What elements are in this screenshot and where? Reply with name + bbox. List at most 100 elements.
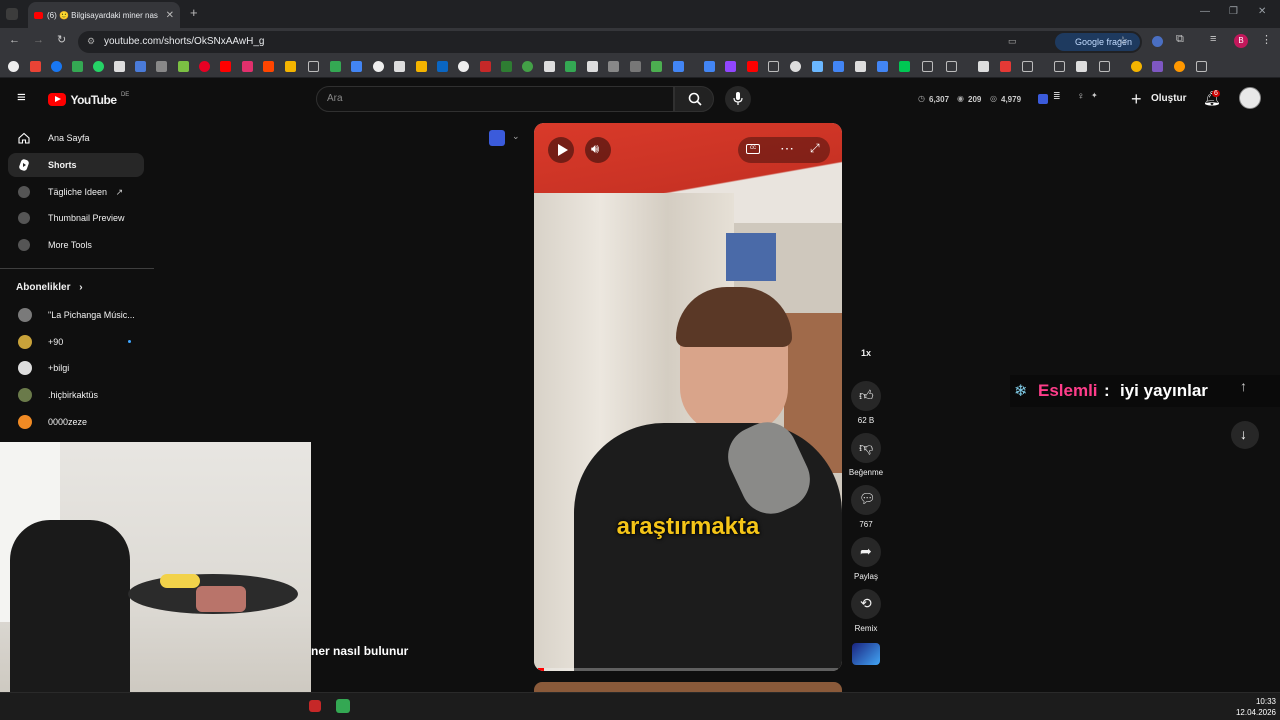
folder-icon[interactable] xyxy=(1099,61,1110,72)
bookmark-icon[interactable] xyxy=(899,61,910,72)
remix-button[interactable]: ⟲ xyxy=(851,589,881,619)
extensions-puzzle-icon[interactable]: ⧉ xyxy=(1176,33,1184,46)
subscription-item[interactable]: +90 xyxy=(8,330,144,354)
sidebar-item-more-tools[interactable]: More Tools xyxy=(8,233,144,257)
bookmark-star-icon[interactable]: ☆ xyxy=(1118,34,1128,47)
close-tab-icon[interactable]: ✕ xyxy=(166,10,174,21)
bookmark-icon[interactable] xyxy=(855,61,866,72)
bookmark-icon[interactable] xyxy=(93,61,104,72)
bookmark-icon[interactable] xyxy=(1131,61,1142,72)
bookmark-icon[interactable] xyxy=(263,61,274,72)
cast-icon[interactable]: ▭ xyxy=(1008,36,1017,47)
voice-search-button[interactable] xyxy=(725,86,751,112)
menu-hamburger-icon[interactable]: ≡ xyxy=(17,89,26,106)
bookmark-icon[interactable] xyxy=(242,61,253,72)
minimize-icon[interactable]: — xyxy=(1200,6,1210,17)
bookmark-icon[interactable] xyxy=(156,61,167,72)
folder-icon[interactable] xyxy=(308,61,319,72)
award-icon[interactable]: ♀ xyxy=(1077,91,1085,102)
subscription-item[interactable]: "La Pichanga Músic... xyxy=(8,303,144,327)
search-input[interactable]: Ara xyxy=(316,86,674,112)
new-tab-icon[interactable]: + xyxy=(190,5,198,20)
bookmark-icon[interactable] xyxy=(1152,61,1163,72)
maximize-icon[interactable]: ❐ xyxy=(1229,6,1238,17)
speed-button[interactable]: 1x xyxy=(851,340,881,370)
system-clock[interactable]: 10:33 12.04.2026 xyxy=(1236,696,1276,718)
account-avatar[interactable] xyxy=(1239,87,1261,109)
comments-button[interactable]: 💬︎ xyxy=(851,485,881,515)
bookmark-icon[interactable] xyxy=(812,61,823,72)
url-text[interactable]: youtube.com/shorts/OkSNxAAwH_g xyxy=(104,36,264,47)
bookmark-icon[interactable] xyxy=(394,61,405,72)
sparkle-icon[interactable]: ✦ xyxy=(1091,91,1098,100)
subscription-item[interactable]: .hiçbirkaktüs xyxy=(8,383,144,407)
bookmark-icon[interactable] xyxy=(704,61,715,72)
close-window-icon[interactable]: ✕ xyxy=(1258,6,1266,17)
fullscreen-icon[interactable]: ⤢ xyxy=(810,141,820,156)
bookmark-icon[interactable] xyxy=(747,61,758,72)
more-options-icon[interactable]: ⋯ xyxy=(780,140,794,157)
bookmark-icon[interactable] xyxy=(416,61,427,72)
bookmark-icon[interactable] xyxy=(114,61,125,72)
search-button[interactable] xyxy=(674,86,714,112)
create-button[interactable]: + Oluştur xyxy=(1128,86,1192,112)
bookmark-icon[interactable] xyxy=(544,61,555,72)
next-short-button[interactable]: ↓ xyxy=(1231,421,1259,449)
bookmark-icon[interactable] xyxy=(565,61,576,72)
bookmark-icon[interactable] xyxy=(51,61,62,72)
captions-icon[interactable]: cc xyxy=(746,144,760,154)
bookmark-icon[interactable] xyxy=(501,61,512,72)
bookmark-icon[interactable] xyxy=(351,61,362,72)
tab-search-icon[interactable] xyxy=(6,8,18,20)
maps-app-icon[interactable] xyxy=(336,699,350,713)
folder-icon[interactable] xyxy=(1196,61,1207,72)
folder-icon[interactable] xyxy=(1022,61,1033,72)
share-button[interactable]: ➦ xyxy=(851,537,881,567)
bookmark-icon[interactable] xyxy=(1076,61,1087,72)
previous-short-button[interactable]: ↑ xyxy=(1231,374,1259,402)
folder-icon[interactable] xyxy=(922,61,933,72)
bookmark-icon[interactable] xyxy=(72,61,83,72)
bookmark-icon[interactable] xyxy=(135,61,146,72)
bookmark-icon[interactable] xyxy=(330,61,341,72)
sidebar-item-shorts[interactable]: Shorts xyxy=(8,153,144,177)
bookmark-icon[interactable] xyxy=(673,61,684,72)
folder-icon[interactable] xyxy=(768,61,779,72)
bookmark-icon[interactable] xyxy=(30,61,41,72)
bookmark-icon[interactable] xyxy=(877,61,888,72)
bookmark-icon[interactable] xyxy=(522,61,533,72)
bookmark-icon[interactable] xyxy=(199,61,210,72)
extension-badge-button[interactable] xyxy=(489,130,505,146)
next-short-preview[interactable] xyxy=(534,682,842,692)
reload-icon[interactable]: ↻ xyxy=(57,33,66,46)
back-icon[interactable]: ← xyxy=(9,34,20,46)
volume-button[interactable]: 🔊︎ xyxy=(585,137,611,163)
like-button[interactable]: 👍︎ xyxy=(851,381,881,411)
sidebar-item-taegliche-ideen[interactable]: Tägliche Ideen ↗ xyxy=(8,180,144,204)
bookmark-icon[interactable] xyxy=(437,61,448,72)
bookmark-icon[interactable] xyxy=(480,61,491,72)
bookmark-icon[interactable] xyxy=(1000,61,1011,72)
subscription-item[interactable]: 0000zeze xyxy=(8,410,144,434)
sidebar-item-home[interactable]: Ana Sayfa xyxy=(8,126,144,150)
bookmark-icon[interactable] xyxy=(790,61,801,72)
chevron-down-icon[interactable]: ⌄ xyxy=(512,131,520,142)
youtube-logo[interactable]: YouTube DE xyxy=(48,91,129,107)
folder-icon[interactable] xyxy=(1054,61,1065,72)
taskbar-app-icon[interactable] xyxy=(309,700,321,712)
subscription-item[interactable]: +bilgi xyxy=(8,356,144,380)
address-bar[interactable]: ⚙ youtube.com/shorts/OkSNxAAwH_g ▭ Googl… xyxy=(78,31,1142,53)
extension-icon[interactable] xyxy=(1152,36,1163,47)
bookmark-icon[interactable] xyxy=(587,61,598,72)
bookmark-icon[interactable] xyxy=(178,61,189,72)
bookmark-icon[interactable] xyxy=(725,61,736,72)
dislike-button[interactable]: 👎︎ xyxy=(851,433,881,463)
reading-list-icon[interactable]: ≡ xyxy=(1210,33,1216,45)
list-icon[interactable]: ≣ xyxy=(1053,91,1061,102)
bookmark-icon[interactable] xyxy=(1174,61,1185,72)
bookmark-icon[interactable] xyxy=(651,61,662,72)
subscriptions-heading[interactable]: Abonelikler › xyxy=(16,282,83,293)
play-button[interactable] xyxy=(548,137,574,163)
bookmark-icon[interactable] xyxy=(220,61,231,72)
folder-icon[interactable] xyxy=(946,61,957,72)
